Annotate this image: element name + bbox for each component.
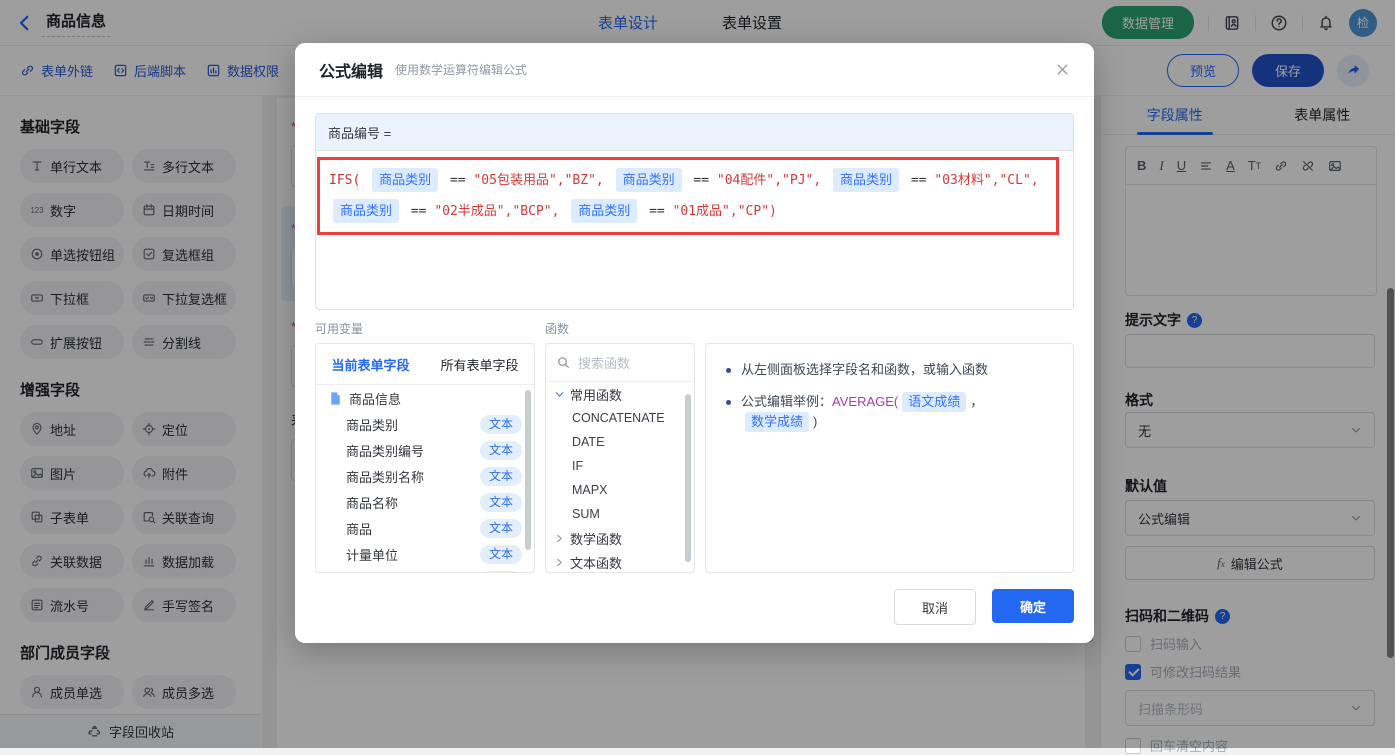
formula-expression[interactable]: IFS( 商品类别 == "05包装用品","BZ", 商品类别 == "04配… xyxy=(317,157,1059,235)
function-group-row[interactable]: 文本函数 xyxy=(546,550,694,573)
variables-label: 可用变量 xyxy=(315,320,363,337)
variable-type-badge: 文本 xyxy=(480,571,522,574)
bullet-dot xyxy=(726,400,731,405)
formula-token: "04配件","PJ", xyxy=(717,173,821,188)
tip-line-1: 从左侧面板选择字段名和函数，或输入函数 xyxy=(724,360,1055,380)
formula-token: == xyxy=(411,204,427,219)
functions-list: 常用函数 CONCATENATEDATEIFMAPXSUM 数学函数文本函数 xyxy=(546,382,694,573)
variable-row[interactable]: 商品编号 文本 xyxy=(316,567,534,573)
variable-row[interactable]: 商品类别名称 文本 xyxy=(316,463,534,489)
variable-name: 商品 xyxy=(346,519,372,538)
variable-name: 商品类别名称 xyxy=(346,467,424,486)
functions-scrollbar[interactable] xyxy=(685,394,691,562)
variable-row[interactable]: 计量单位 文本 xyxy=(316,541,534,567)
variable-name: 商品编号 xyxy=(346,571,398,574)
formula-token: == xyxy=(693,173,709,188)
formula-token: == xyxy=(649,204,665,219)
variable-type-badge: 文本 xyxy=(480,441,522,460)
variable-name: 商品类别 xyxy=(346,415,398,434)
variable-type-badge: 文本 xyxy=(480,467,522,486)
variable-name: 商品名称 xyxy=(346,493,398,512)
formula-token: == xyxy=(450,173,466,188)
tips-panel: 从左侧面板选择字段名和函数，或输入函数 公式编辑举例：AVERAGE(语文成绩，… xyxy=(705,343,1074,573)
example-chip: 数学成绩 xyxy=(745,412,809,432)
variable-row[interactable]: 商品类别 文本 xyxy=(316,411,534,437)
variables-group-name: 商品信息 xyxy=(349,389,401,408)
example-chip: 语文成绩 xyxy=(902,392,966,412)
variable-row[interactable]: 商品 文本 xyxy=(316,515,534,541)
variable-name: 计量单位 xyxy=(346,545,398,564)
caret-right-icon xyxy=(554,557,565,568)
formula-editor[interactable]: 商品编号 = IFS( 商品类别 == "05包装用品","BZ", 商品类别 … xyxy=(315,113,1074,310)
function-group-name: 文本函数 xyxy=(570,553,622,572)
functions-label: 函数 xyxy=(545,320,569,337)
confirm-button[interactable]: 确定 xyxy=(992,589,1074,623)
bullet-dot xyxy=(726,368,731,373)
variables-list: 商品信息商品类别文本商品类别编号文本商品类别名称文本商品名称文本商品文本计量单位… xyxy=(316,385,534,573)
variables-group-row[interactable]: 商品信息 xyxy=(316,385,534,411)
function-search-placeholder: 搜索函数 xyxy=(578,353,630,372)
caret-right-icon xyxy=(554,533,565,544)
tab-current-form-fields[interactable]: 当前表单字段 xyxy=(316,355,425,374)
variable-type-badge: 文本 xyxy=(480,415,522,434)
formula-token: == xyxy=(911,173,927,188)
function-item[interactable]: SUM xyxy=(546,502,694,526)
variable-row[interactable]: 商品名称 文本 xyxy=(316,489,534,515)
field-chip[interactable]: 商品类别 xyxy=(616,168,682,192)
variable-type-badge: 文本 xyxy=(480,545,522,564)
tip-line-2: 公式编辑举例：AVERAGE(语文成绩，数学成绩) xyxy=(724,392,1055,432)
formula-token: "05包装用品","BZ", xyxy=(473,173,603,188)
variable-name: 商品类别编号 xyxy=(346,441,424,460)
caret-down-icon xyxy=(554,389,565,400)
variable-type-badge: 文本 xyxy=(480,493,522,512)
function-group-name: 数学函数 xyxy=(570,529,622,548)
function-item[interactable]: DATE xyxy=(546,430,694,454)
modal-footer: 取消 确定 xyxy=(894,589,1074,625)
doc-icon xyxy=(328,391,343,406)
formula-token: IFS( xyxy=(329,173,360,188)
formula-token: "01成品","CP") xyxy=(673,204,777,219)
function-group-row[interactable]: 常用函数 xyxy=(546,382,694,406)
modal-subtitle: 使用数学运算符编辑公式 xyxy=(395,61,527,78)
formula-token: "03材料","CL", xyxy=(934,173,1038,188)
formula-target-field: 商品编号 = xyxy=(316,114,1073,151)
tab-all-form-fields[interactable]: 所有表单字段 xyxy=(425,355,534,374)
functions-panel: 搜索函数 常用函数 CONCATENATEDATEIFMAPXSUM 数学函数文本函… xyxy=(545,343,695,573)
variables-tabs: 当前表单字段 所有表单字段 xyxy=(316,344,534,385)
variables-panel: 当前表单字段 所有表单字段 商品信息商品类别文本商品类别编号文本商品类别名称文本… xyxy=(315,343,535,573)
function-item[interactable]: IF xyxy=(546,454,694,478)
variables-scrollbar[interactable] xyxy=(525,390,531,550)
cancel-button[interactable]: 取消 xyxy=(894,589,976,625)
variable-type-badge: 文本 xyxy=(480,519,522,538)
modal-title: 公式编辑 xyxy=(319,58,383,82)
close-icon[interactable] xyxy=(1055,62,1070,77)
field-chip[interactable]: 商品类别 xyxy=(333,199,399,223)
field-chip[interactable]: 商品类别 xyxy=(833,168,899,192)
field-chip[interactable]: 商品类别 xyxy=(372,168,438,192)
function-item[interactable]: MAPX xyxy=(546,478,694,502)
field-chip[interactable]: 商品类别 xyxy=(571,199,637,223)
function-group-name: 常用函数 xyxy=(570,385,622,404)
formula-token: "02半成品","BCP", xyxy=(434,204,559,219)
function-group-row[interactable]: 数学函数 xyxy=(546,526,694,550)
variable-row[interactable]: 商品类别编号 文本 xyxy=(316,437,534,463)
modal-header: 公式编辑 使用数学运算符编辑公式 xyxy=(295,43,1094,97)
function-item[interactable]: CONCATENATE xyxy=(546,406,694,430)
function-search[interactable]: 搜索函数 xyxy=(546,344,694,382)
formula-editor-modal: 公式编辑 使用数学运算符编辑公式 商品编号 = IFS( 商品类别 == "05… xyxy=(295,43,1094,643)
search-icon xyxy=(556,355,571,370)
